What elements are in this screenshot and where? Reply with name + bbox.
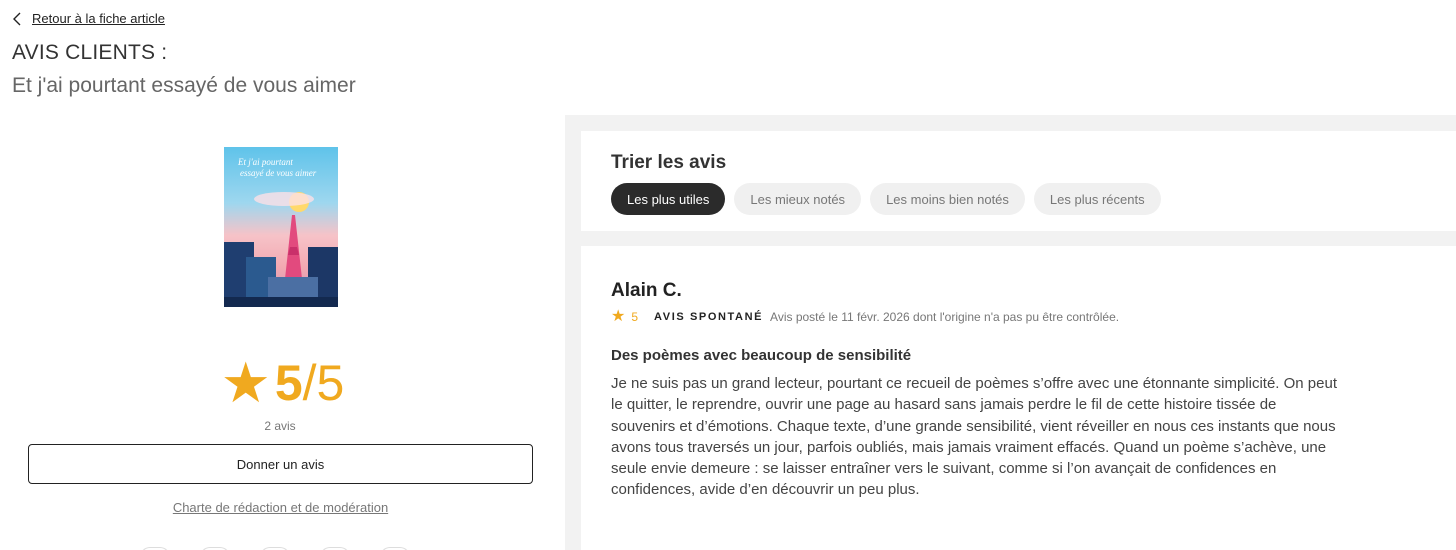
score-out-of: /5 — [302, 355, 345, 411]
average-score: 5 — [274, 355, 303, 411]
review-body: Je ne suis pas un grand lecteur, pourtan… — [611, 375, 1337, 499]
review-count: 2 avis — [264, 419, 296, 433]
give-review-button[interactable]: Donner un avis — [28, 444, 533, 484]
sort-title: Trier les avis — [611, 152, 727, 173]
sort-tab-best-rated[interactable]: Les mieux notés — [734, 183, 862, 215]
sort-tab-most-recent[interactable]: Les plus récents — [1033, 183, 1161, 215]
review-title: Des poèmes avec beaucoup de sensibilité — [611, 347, 912, 364]
cover-title-line2: essayé de vous aimer — [240, 168, 317, 178]
reviews-panel: Trier les avis Les plus utiles Les mieux… — [565, 115, 1456, 550]
spontaneous-review-badge: AVIS SPONTANÉ — [654, 311, 764, 323]
back-to-article-link[interactable]: Retour à la fiche article — [12, 11, 165, 26]
star-icon: ★ — [220, 351, 271, 414]
product-summary-panel: Et j'ai pourtant essayé de vous aimer ★ … — [0, 115, 565, 550]
moderation-charter-link[interactable]: Charte de rédaction et de modération — [0, 500, 561, 515]
cover-title-line1: Et j'ai pourtant — [237, 157, 293, 167]
sort-tabs: Les plus utiles Les mieux notés Les moin… — [611, 183, 1161, 215]
review-card: Alain C. ★ 5 AVIS SPONTANÉ Avis posté le… — [581, 246, 1456, 550]
chevron-left-icon — [13, 12, 21, 25]
review-meta: ★ 5 AVIS SPONTANÉ Avis posté le 11 févr.… — [611, 309, 1119, 325]
back-link-label: Retour à la fiche article — [32, 11, 165, 26]
book-cover-image[interactable]: Et j'ai pourtant essayé de vous aimer — [224, 147, 338, 307]
review-posted-date: Avis posté le 11 févr. 2026 dont l'origi… — [770, 310, 1120, 324]
reviewer-name: Alain C. — [611, 280, 682, 301]
page-title: AVIS CLIENTS : — [12, 41, 168, 64]
star-icon: ★ — [611, 308, 626, 325]
product-title: Et j'ai pourtant essayé de vous aimer — [12, 74, 356, 97]
sort-card: Trier les avis Les plus utiles Les mieux… — [581, 131, 1456, 231]
sort-tab-worst-rated[interactable]: Les moins bien notés — [870, 183, 1025, 215]
sort-tab-most-useful[interactable]: Les plus utiles — [611, 183, 726, 215]
review-rating: 5 — [631, 310, 639, 324]
average-rating: ★ 5 /5 — [0, 355, 565, 411]
